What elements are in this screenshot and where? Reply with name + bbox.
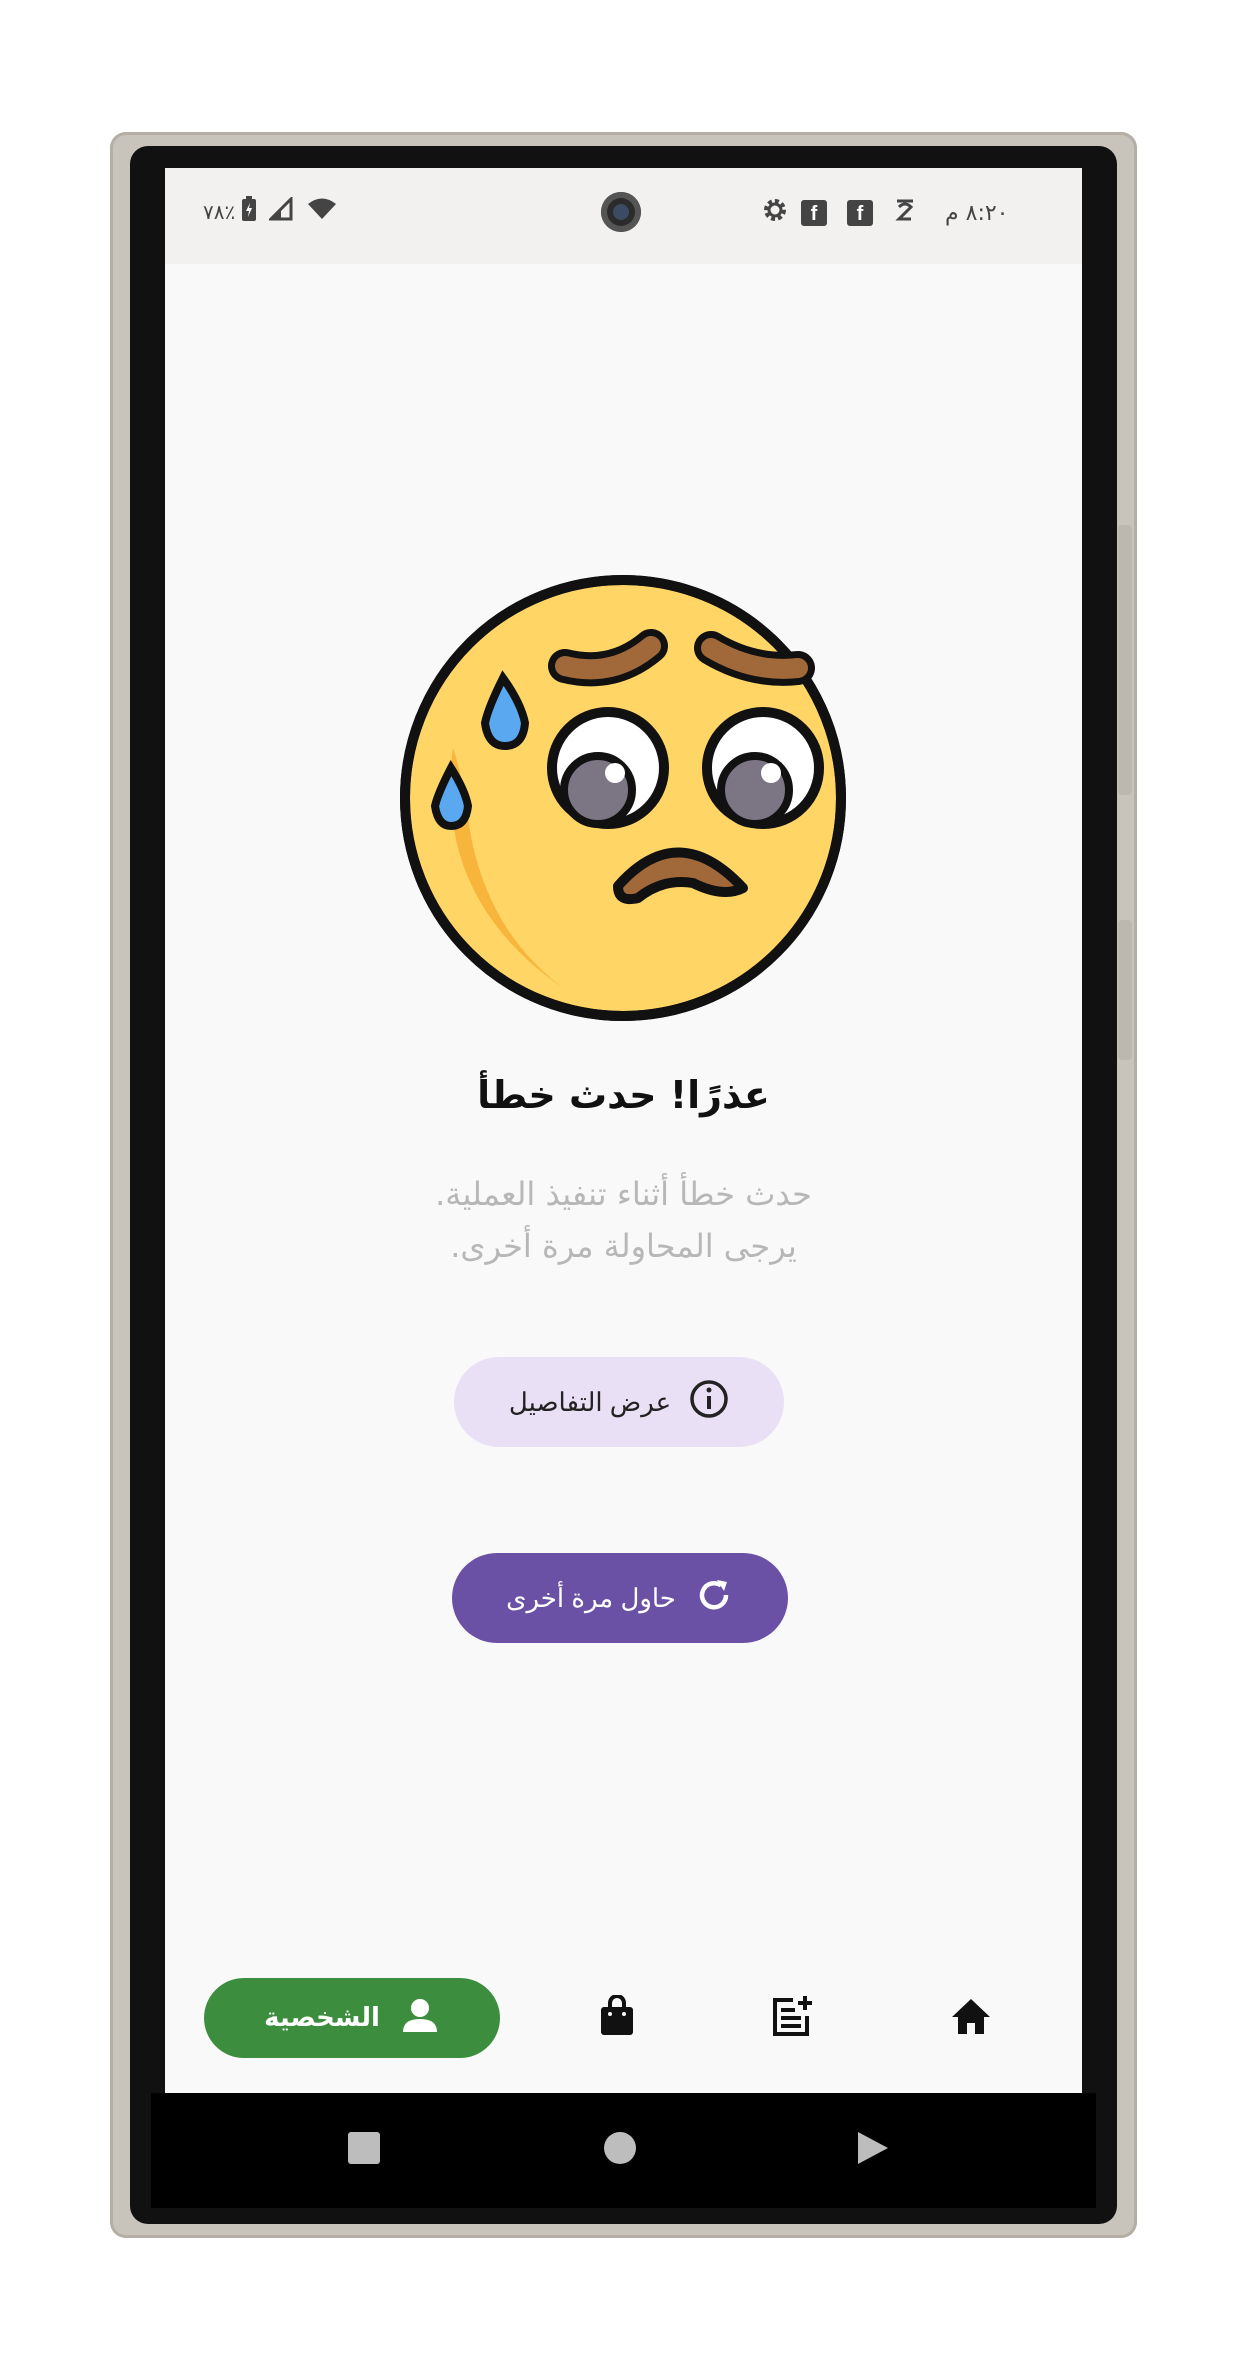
battery-icon xyxy=(241,196,257,228)
sad-face-illustration xyxy=(393,568,853,1028)
status-left: ٧٨٪ xyxy=(203,195,343,228)
signal-icon xyxy=(267,195,295,227)
home-nav-button[interactable] xyxy=(603,2131,637,2169)
home-icon xyxy=(949,1996,993,2040)
facebook-icon: f xyxy=(801,200,827,226)
power-button xyxy=(1118,920,1132,1060)
person-icon xyxy=(400,1995,440,2042)
screen: ٧٨٪ f f ٨:٢٠ م عذرًا! حدث خطأ حدث خطأ أث… xyxy=(165,168,1082,2093)
nav-item-home[interactable] xyxy=(941,1978,1001,2058)
error-message-line-1: حدث خطأ أثناء تنفيذ العملية. xyxy=(435,1175,812,1213)
nav-item-profile[interactable]: الشخصية xyxy=(204,1978,500,2058)
recents-button[interactable] xyxy=(347,2131,381,2169)
status-right: f f ٨:٢٠ م xyxy=(755,196,1009,230)
bottom-navigation: الشخصية xyxy=(165,1953,1082,2093)
retry-button[interactable]: حاول مرة أخرى xyxy=(452,1553,788,1643)
post-add-icon xyxy=(771,1994,815,2042)
error-message-line-2: يرجى المحاولة مرة أخرى. xyxy=(450,1227,797,1265)
system-navigation-bar xyxy=(151,2093,1096,2208)
wifi-icon xyxy=(307,197,337,227)
refresh-icon xyxy=(694,1575,734,1622)
status-bar: ٧٨٪ f f ٨:٢٠ م xyxy=(165,168,1082,264)
back-button[interactable] xyxy=(856,2131,890,2169)
retry-label: حاول مرة أخرى xyxy=(506,1582,676,1613)
front-camera xyxy=(601,192,641,232)
clock: ٨:٢٠ م xyxy=(945,200,1009,226)
settings-icon xyxy=(761,196,789,230)
nav-item-shop[interactable] xyxy=(587,1978,647,2058)
facebook-icon: f xyxy=(847,200,873,226)
error-title: عذرًا! حدث خطأ xyxy=(477,1073,770,1117)
shopping-bag-icon xyxy=(599,1994,635,2041)
error-message: حدث خطأ أثناء تنفيذ العملية. يرجى المحاو… xyxy=(165,1168,1082,1272)
show-details-label: عرض التفاصيل xyxy=(508,1386,672,1417)
info-icon xyxy=(689,1379,729,1426)
battery-text: ٧٨٪ xyxy=(203,200,236,224)
show-details-button[interactable]: عرض التفاصيل xyxy=(454,1357,784,1447)
volume-button xyxy=(1118,525,1132,795)
nav-profile-label: الشخصية xyxy=(264,2003,380,2033)
nav-item-add-post[interactable] xyxy=(763,1978,823,2058)
notification-icon xyxy=(893,197,917,229)
